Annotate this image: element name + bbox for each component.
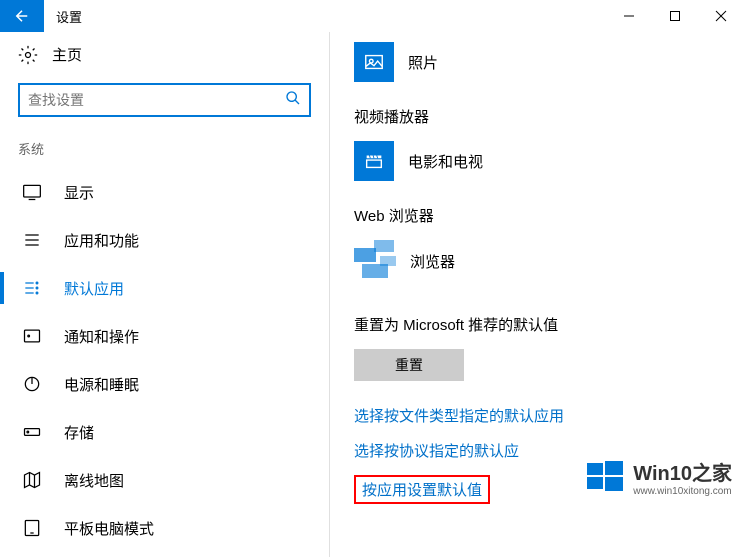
display-icon [22, 182, 42, 202]
nav-item-default-apps[interactable]: 默认应用 [0, 264, 329, 312]
nav-item-power[interactable]: 电源和睡眠 [0, 360, 329, 408]
search-icon [285, 90, 301, 111]
nav-item-notifications[interactable]: 通知和操作 [0, 312, 329, 360]
default-apps-icon [22, 278, 42, 298]
home-label: 主页 [52, 44, 82, 65]
nav-label: 默认应用 [64, 278, 124, 299]
default-video-app[interactable]: 电影和电视 [354, 141, 720, 181]
nav-item-tablet[interactable]: 平板电脑模式 [0, 504, 329, 552]
nav-label: 电源和睡眠 [64, 374, 139, 395]
watermark-url: www.win10xitong.com [633, 486, 732, 497]
gear-icon [18, 45, 38, 65]
nav-item-display[interactable]: 显示 [0, 168, 329, 216]
browser-app-name: 浏览器 [410, 251, 455, 272]
nav-item-apps[interactable]: 应用和功能 [0, 216, 329, 264]
maps-icon [22, 470, 42, 490]
photos-tile-icon [354, 42, 394, 82]
nav-item-storage[interactable]: 存储 [0, 408, 329, 456]
watermark: Win10之家 www.win10xitong.com [585, 457, 732, 497]
nav-label: 显示 [64, 182, 94, 203]
nav-section-label: 系统 [0, 133, 329, 168]
watermark-text: Win10之家 [633, 457, 732, 486]
nav-label: 平板电脑模式 [64, 518, 154, 539]
apps-icon [22, 230, 42, 250]
reset-button[interactable]: 重置 [354, 349, 464, 381]
maximize-button[interactable] [652, 0, 698, 32]
nav-label: 离线地图 [64, 470, 124, 491]
nav-label: 通知和操作 [64, 326, 139, 347]
browser-tile-icon [354, 240, 396, 282]
search-input[interactable] [28, 92, 285, 108]
tablet-icon [22, 518, 42, 538]
nav-label: 应用和功能 [64, 230, 139, 251]
nav-label: 存储 [64, 422, 94, 443]
window-title: 设置 [44, 7, 606, 26]
power-icon [22, 374, 42, 394]
storage-icon [22, 422, 42, 442]
link-by-protocol[interactable]: 选择按协议指定的默认应 [354, 440, 519, 461]
link-by-filetype[interactable]: 选择按文件类型指定的默认应用 [354, 405, 564, 426]
home-link[interactable]: 主页 [0, 32, 329, 77]
photos-app-name: 照片 [408, 52, 438, 73]
minimize-button[interactable] [606, 0, 652, 32]
reset-heading: 重置为 Microsoft 推荐的默认值 [354, 314, 720, 335]
movies-tile-icon [354, 141, 394, 181]
close-button[interactable] [698, 0, 744, 32]
link-by-app[interactable]: 按应用设置默认值 [354, 475, 490, 504]
video-player-heading: 视频播放器 [354, 106, 720, 127]
video-app-name: 电影和电视 [408, 151, 483, 172]
web-browser-heading: Web 浏览器 [354, 205, 720, 226]
notifications-icon [22, 326, 42, 346]
search-box[interactable] [18, 83, 311, 117]
win10-logo-icon [585, 457, 625, 497]
nav-item-maps[interactable]: 离线地图 [0, 456, 329, 504]
back-button[interactable] [0, 0, 44, 32]
default-photos-app[interactable]: 照片 [354, 42, 720, 82]
default-browser-app[interactable]: 浏览器 [354, 240, 720, 282]
